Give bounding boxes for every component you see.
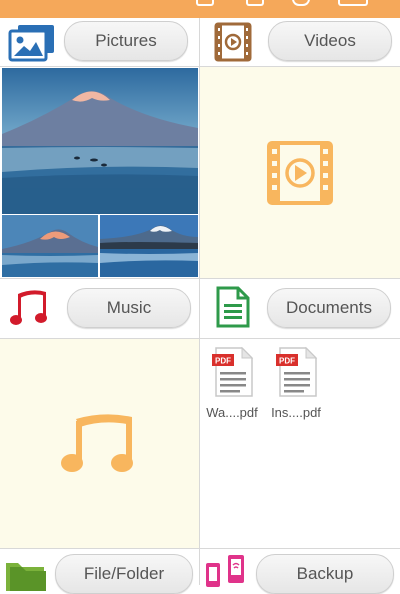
- pdf-file-icon: PDF: [276, 346, 318, 397]
- document-file[interactable]: PDF Wa....pdf: [202, 346, 262, 420]
- pdf-badge: PDF: [279, 357, 295, 366]
- videos-button[interactable]: Videos: [268, 21, 392, 61]
- music-placeholder-icon: [61, 414, 133, 472]
- document-icon[interactable]: [216, 286, 250, 328]
- video-film-icon[interactable]: [212, 22, 254, 62]
- pictures-button[interactable]: Pictures: [64, 21, 188, 61]
- file-folder-header: File/Folder: [0, 549, 199, 594]
- document-file[interactable]: PDF Ins....pdf: [266, 346, 326, 420]
- gear-icon[interactable]: [292, 0, 310, 6]
- pdf-file-icon: PDF: [212, 346, 254, 397]
- photo-mountain-sunrise[interactable]: [2, 215, 98, 277]
- folder-icon[interactable]: [4, 555, 48, 591]
- music-note-icon[interactable]: [8, 286, 54, 328]
- videos-placeholder[interactable]: [200, 67, 400, 278]
- music-placeholder[interactable]: [0, 339, 199, 548]
- music-header: Music: [0, 282, 199, 330]
- top-bar: [0, 0, 400, 18]
- backup-phone-icon[interactable]: [202, 553, 252, 587]
- file-name: Wa....pdf: [206, 405, 258, 420]
- music-button[interactable]: Music: [67, 288, 191, 328]
- file-folder-button[interactable]: File/Folder: [55, 554, 193, 594]
- pdf-badge: PDF: [215, 357, 231, 366]
- pictures-header: Pictures: [0, 18, 199, 66]
- photo-mountain-lake[interactable]: [100, 215, 198, 277]
- videos-header: Videos: [200, 18, 400, 66]
- backup-button[interactable]: Backup: [256, 554, 394, 594]
- battery-icon: [338, 0, 368, 6]
- crop-icon[interactable]: [196, 0, 214, 6]
- documents-header: Documents: [200, 282, 400, 330]
- photo-main-mountain[interactable]: [2, 68, 198, 214]
- file-name: Ins....pdf: [271, 405, 321, 420]
- pictures-icon[interactable]: [8, 24, 56, 62]
- row-divider: [0, 278, 400, 279]
- video-placeholder-icon: [267, 141, 333, 205]
- backup-header: Backup: [200, 549, 400, 594]
- square-icon[interactable]: [246, 0, 264, 6]
- documents-button[interactable]: Documents: [267, 288, 391, 328]
